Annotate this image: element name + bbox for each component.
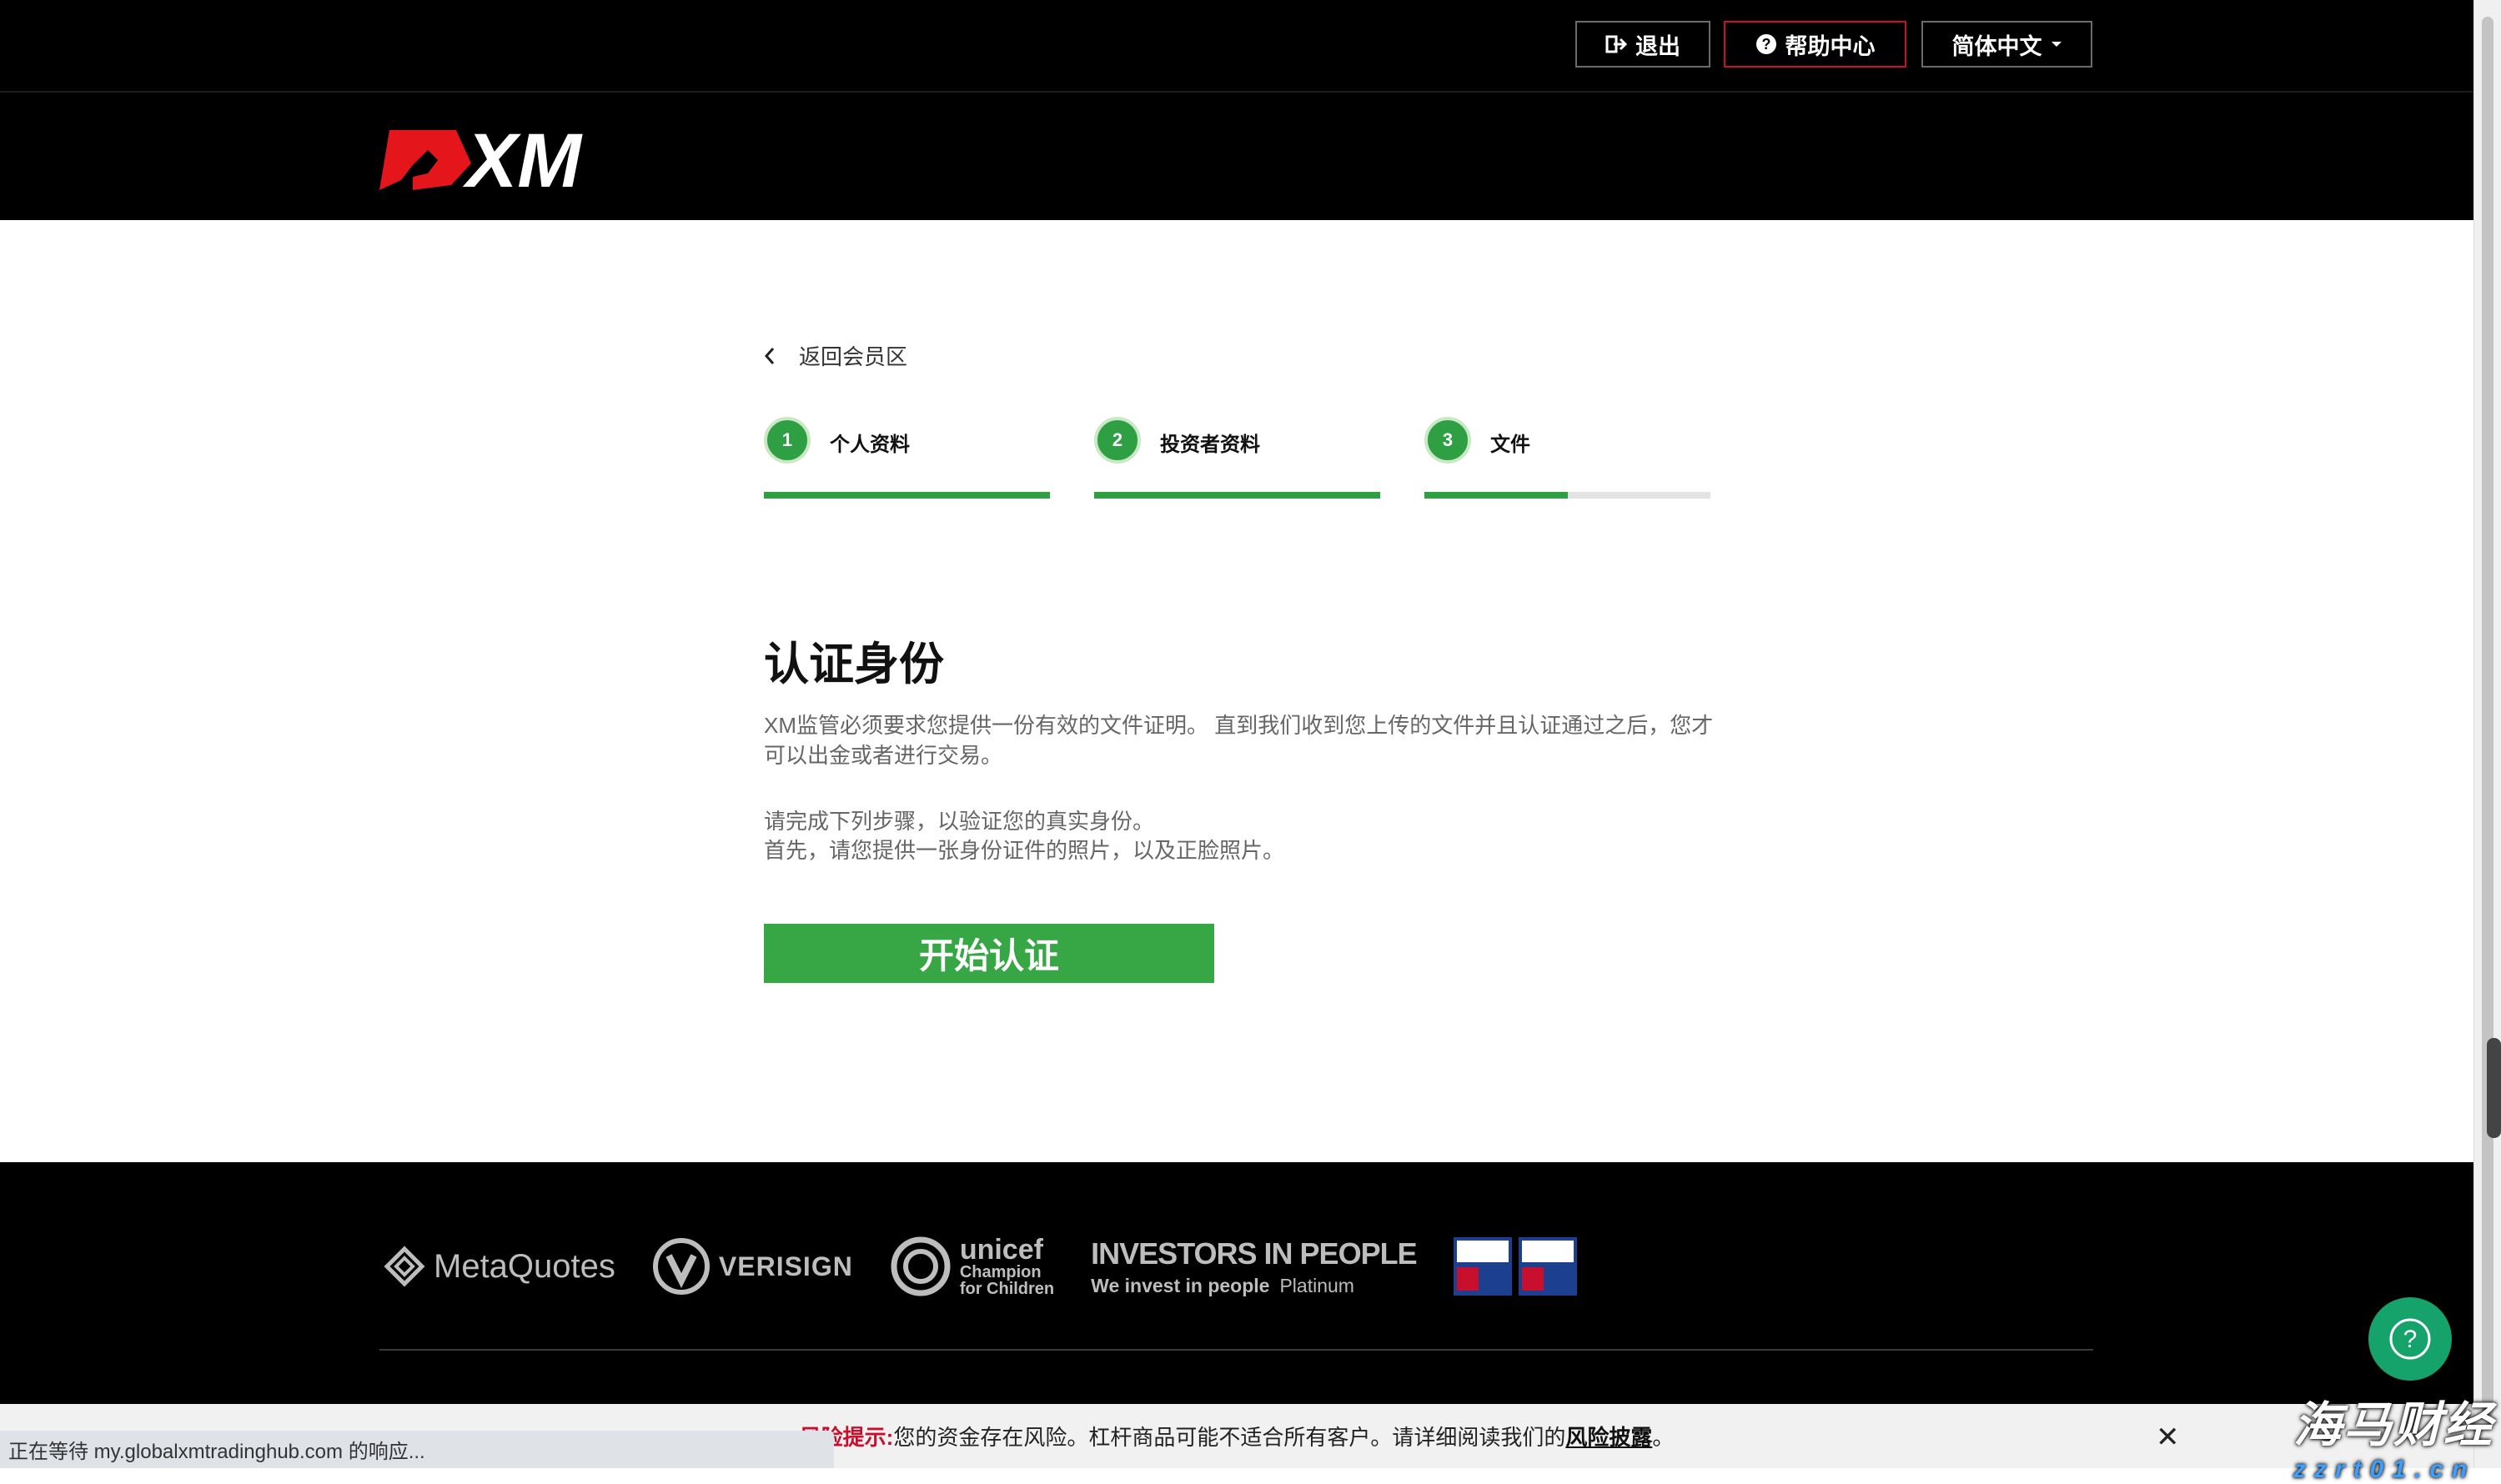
risk-warning-end: 。 <box>1652 1425 1675 1450</box>
step-number: 3 <box>1424 417 1471 464</box>
verisign-check-icon <box>652 1238 710 1295</box>
instruction-line-2: 首先，请您提供一张身份证件的照片，以及正脸照片。 <box>764 838 1285 863</box>
step-progress-bar <box>1424 492 1710 499</box>
verisign-logo: VERISIGN <box>652 1237 853 1296</box>
metaquotes-text: MetaQuotes <box>434 1247 615 1285</box>
metaquotes-logo: MetaQuotes <box>384 1246 615 1287</box>
question-bubble-icon: ? <box>2389 1318 2431 1360</box>
investors-in-people-logo: INVESTORS IN PEOPLE We invest in people … <box>1091 1236 1417 1297</box>
verisign-text: VERISIGN <box>718 1251 853 1281</box>
start-verification-button[interactable]: 开始认证 <box>764 924 1214 983</box>
watermark-en: zzrt01.cn <box>2293 1456 2476 1483</box>
close-icon[interactable]: ✕ <box>2156 1421 2180 1454</box>
browser-status-bar: 正在等待 my.globalxmtradinghub.com 的响应... <box>0 1431 834 1468</box>
svg-text:?: ? <box>2403 1326 2418 1353</box>
svg-text:?: ? <box>1761 36 1770 53</box>
back-label: 返回会员区 <box>799 344 908 369</box>
xm-logo[interactable]: XM <box>379 122 605 197</box>
site-header: XM <box>0 93 2473 220</box>
step-number: 2 <box>1094 417 1141 464</box>
language-select[interactable]: 简体中文 <box>1921 21 2092 68</box>
iip-tagline: We invest in people <box>1091 1274 1270 1296</box>
metaquotes-mark-icon <box>384 1246 425 1287</box>
risk-warning-text: 您的资金存在风险。杠杆商品可能不适合所有客户。请详细阅读我们的 <box>893 1425 1566 1450</box>
step-progress-fill <box>1094 492 1380 499</box>
question-circle-icon: ? <box>1755 34 1776 54</box>
step-label: 文件 <box>1490 434 1530 456</box>
step-number: 1 <box>764 417 811 464</box>
page-title: 认证身份 <box>764 639 944 689</box>
language-label: 简体中文 <box>1951 33 2042 59</box>
instruction-line-1: 请完成下列步骤，以验证您的真实身份。 <box>764 809 1155 834</box>
logout-label: 退出 <box>1635 33 1680 59</box>
verification-requirement-text: XM监管必须要求您提供一份有效的文件证明。 直到我们收到您上传的文件并且认证通过… <box>764 713 1714 768</box>
logo-text: XM <box>462 122 583 197</box>
best-workplaces-badge-icon <box>1518 1237 1577 1296</box>
step-progress-fill <box>1424 492 1568 499</box>
help-center-label: 帮助中心 <box>1785 33 1876 59</box>
progress-steps: 1 个人资料 2 投资者资料 3 文件 <box>764 417 1710 500</box>
risk-disclosure-link[interactable]: 风险披露 <box>1565 1421 1652 1451</box>
help-chat-button[interactable]: ? <box>2368 1297 2452 1381</box>
side-widget-handle[interactable] <box>2487 1038 2501 1138</box>
page-scrollbar[interactable] <box>2473 0 2501 1468</box>
step-personal-info: 1 个人资料 <box>764 417 1050 500</box>
step-progress-bar <box>1094 492 1380 499</box>
back-to-members-link[interactable]: 返回会员区 <box>764 340 907 371</box>
watermark-cn: 海马财经 <box>2293 1398 2494 1452</box>
caret-down-icon <box>2051 42 2062 47</box>
unicef-children-text: for Children <box>959 1280 1055 1298</box>
best-workplaces-badge-icon <box>1453 1237 1512 1296</box>
iip-level: Platinum <box>1279 1274 1354 1296</box>
step-documents: 3 文件 <box>1424 417 1710 500</box>
step-label: 投资者资料 <box>1160 434 1260 456</box>
unicef-logo: unicef Champion for Children <box>890 1236 1054 1297</box>
footer: MetaQuotes VERISIGN unicef Champion for … <box>0 1162 2473 1404</box>
unicef-emblem-icon <box>891 1236 951 1296</box>
unicef-champion-text: Champion <box>959 1263 1042 1281</box>
logout-icon <box>1605 35 1627 53</box>
footer-divider <box>379 1349 2093 1351</box>
chevron-left-icon <box>764 347 775 364</box>
scrollbar-thumb[interactable] <box>2482 17 2493 1417</box>
help-center-button[interactable]: ? 帮助中心 <box>1724 21 1906 68</box>
step-progress-fill <box>764 492 1050 499</box>
iip-title: INVESTORS IN PEOPLE <box>1091 1236 1417 1271</box>
unicef-text: unicef <box>959 1234 1043 1266</box>
step-label: 个人资料 <box>830 434 910 456</box>
step-investor-info: 2 投资者资料 <box>1094 417 1380 500</box>
top-utility-bar: 退出 ? 帮助中心 简体中文 <box>0 0 2473 91</box>
step-progress-bar <box>764 492 1050 499</box>
logout-button[interactable]: 退出 <box>1575 21 1710 68</box>
watermark: 海马财经 zzrt01.cn <box>2293 1386 2493 1484</box>
best-workplaces-badges <box>1453 1237 1577 1296</box>
partner-logos: MetaQuotes VERISIGN unicef Champion for … <box>384 1229 1577 1304</box>
